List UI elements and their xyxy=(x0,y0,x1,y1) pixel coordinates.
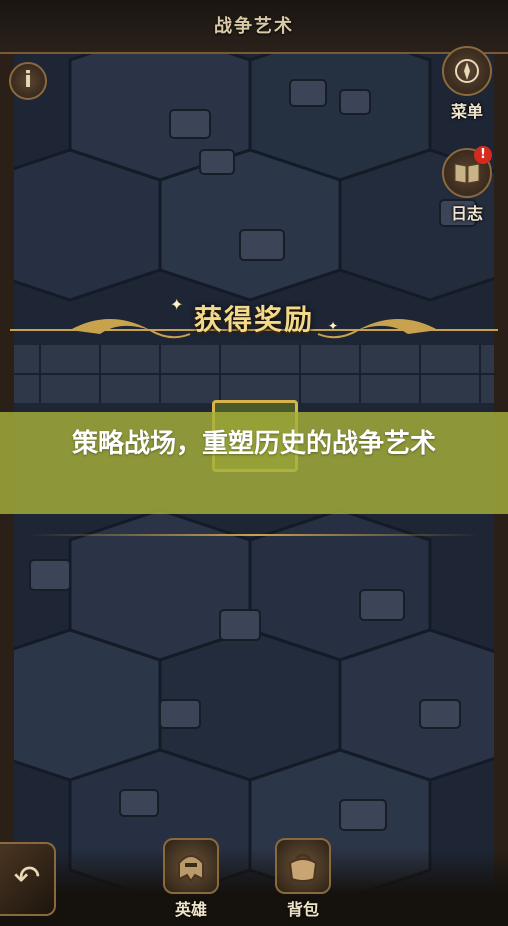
bag-button[interactable]: 背包 xyxy=(268,838,338,920)
info-button[interactable]: i xyxy=(8,62,48,132)
bag-icon xyxy=(275,838,331,894)
rubble-stone xyxy=(219,609,261,641)
rubble-stone xyxy=(199,149,235,175)
map-hex-tile xyxy=(158,148,342,302)
bottom-bar xyxy=(0,848,508,926)
back-arrow-icon: ↶ xyxy=(13,858,41,896)
reward-title: 获得奖励 xyxy=(193,303,314,336)
hero-button[interactable]: 英雄 xyxy=(156,838,226,920)
rubble-stone xyxy=(159,699,201,729)
helmet-icon xyxy=(163,838,219,894)
divider xyxy=(30,534,478,536)
log-label: 日志 xyxy=(450,204,483,223)
notification-badge: ! xyxy=(474,146,492,164)
headline-banner: 策略战场，重塑历史的战争艺术 xyxy=(0,412,508,514)
hero-label: 英雄 xyxy=(174,900,207,919)
rubble-stone xyxy=(339,799,387,831)
rubble-stone xyxy=(359,589,405,621)
rubble-stone xyxy=(29,559,71,591)
rubble-stone xyxy=(339,89,371,115)
headline-text: 策略战场，重塑历史的战争艺术 xyxy=(71,429,436,459)
bag-label: 背包 xyxy=(286,900,319,919)
rubble-stone xyxy=(289,79,327,107)
page-title: 战争艺术 xyxy=(214,16,294,37)
log-button[interactable]: ! 日志 xyxy=(440,146,494,224)
compass-icon xyxy=(442,46,492,96)
rubble-stone xyxy=(119,789,159,817)
rubble-stone xyxy=(419,699,461,729)
game-screen: 战争艺术 i 菜单 ! 日志 ✦ ✦ 获得奖励 策略战场，重塑历史的战争艺术 ↶… xyxy=(0,0,508,926)
info-icon: i xyxy=(9,62,47,100)
menu-label: 菜单 xyxy=(450,102,483,121)
back-button[interactable]: ↶ xyxy=(0,842,56,916)
rubble-stone xyxy=(239,229,285,261)
rubble-stone xyxy=(169,109,211,139)
map-hex-tile xyxy=(0,148,162,302)
book-icon: ! xyxy=(442,146,492,198)
menu-button[interactable]: 菜单 xyxy=(440,46,494,122)
